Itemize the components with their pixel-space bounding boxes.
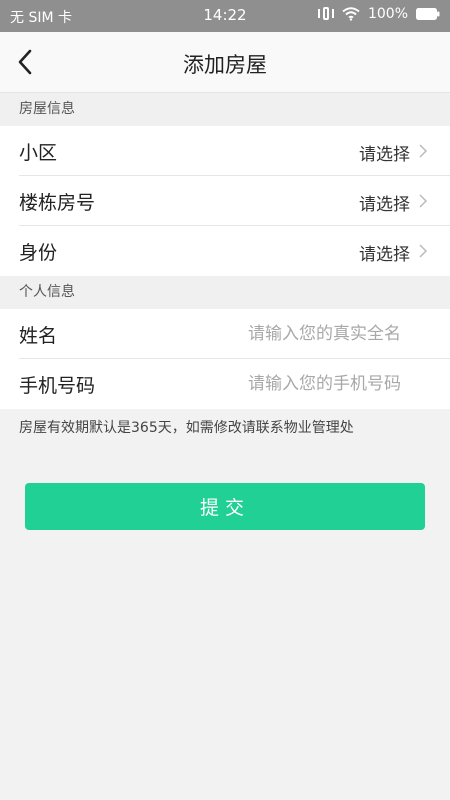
section-header-personal-info: 个人信息 [0, 276, 450, 309]
wifi-icon [342, 7, 360, 21]
section-header-house-info: 房屋信息 [0, 93, 450, 126]
chevron-right-icon [419, 244, 428, 258]
submit-container: 提交 [0, 483, 450, 530]
row-label: 手机号码 [19, 375, 96, 397]
row-label: 楼栋房号 [19, 192, 96, 214]
row-value: 请选择 [359, 145, 410, 165]
personal-info-group: 姓名 手机号码 [0, 309, 450, 409]
battery-icon [416, 8, 440, 20]
row-label: 身份 [19, 242, 58, 264]
status-icons: 100% [317, 6, 440, 22]
chevron-right-icon [419, 144, 428, 158]
phone-input[interactable] [248, 371, 430, 397]
row-name: 姓名 [0, 309, 450, 359]
vibrate-icon [317, 6, 334, 22]
row-community[interactable]: 小区 请选择 [0, 126, 450, 176]
submit-button[interactable]: 提交 [25, 483, 425, 530]
status-bar: 无 SIM 卡 14:22 100% [0, 0, 450, 32]
page-title: 添加房屋 [183, 53, 267, 77]
nav-bar: 添加房屋 [0, 32, 450, 93]
name-input[interactable] [248, 321, 430, 347]
battery-percent: 100% [367, 6, 408, 22]
row-label: 姓名 [19, 325, 58, 347]
row-value: 请选择 [359, 245, 410, 265]
row-phone: 手机号码 [0, 359, 450, 409]
chevron-right-icon [419, 194, 428, 208]
row-label: 小区 [19, 142, 58, 164]
house-info-group: 小区 请选择 楼栋房号 请选择 身份 请选择 [0, 126, 450, 276]
row-identity[interactable]: 身份 请选择 [0, 226, 450, 276]
validity-note: 房屋有效期默认是365天，如需修改请联系物业管理处 [19, 420, 354, 436]
row-building-room[interactable]: 楼栋房号 请选择 [0, 176, 450, 226]
row-value: 请选择 [359, 195, 410, 215]
